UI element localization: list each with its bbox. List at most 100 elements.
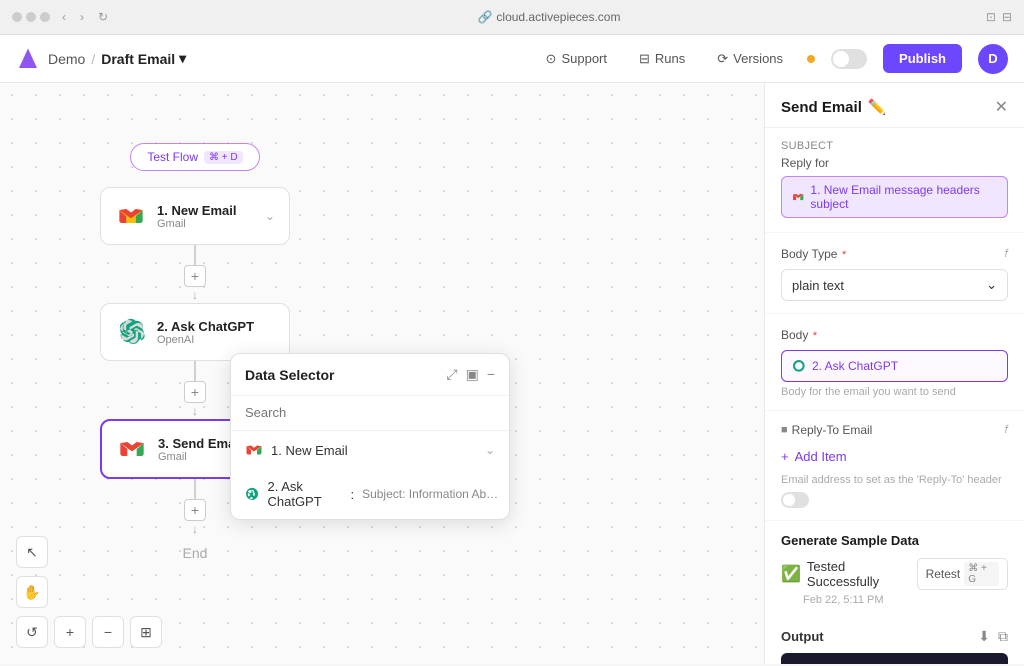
nav-back-icon[interactable]: ‹ xyxy=(58,8,70,26)
body-type-info-icon[interactable]: 𝑓 xyxy=(1005,248,1008,261)
status-dot xyxy=(807,55,815,63)
openai-icon-ds-2 xyxy=(245,485,259,503)
success-date: Feb 22, 5:11 PM xyxy=(803,594,1008,606)
gmail-icon-reply xyxy=(792,190,804,204)
reply-to-toggle-thumb xyxy=(783,494,795,506)
search-input[interactable] xyxy=(245,405,495,420)
url-link-icon: 🔗 xyxy=(477,10,492,24)
close-panel-button[interactable]: ✕ xyxy=(995,97,1008,117)
gmail-icon-1 xyxy=(115,200,147,232)
connector-arrow-3: ↓ xyxy=(192,523,198,535)
browser-dots xyxy=(12,12,50,22)
output-label: Output xyxy=(781,629,824,644)
data-selector-header: Data Selector ⤢ ▣ − xyxy=(231,354,509,396)
nav-refresh-icon[interactable]: ↻ xyxy=(94,8,112,26)
close-data-selector-button[interactable]: − xyxy=(487,366,495,383)
connector-line-1 xyxy=(194,245,196,265)
reply-for-value-tag[interactable]: 1. New Email message headers subject xyxy=(781,176,1008,218)
data-selector-panel: Data Selector ⤢ ▣ − 1. New Email xyxy=(230,353,510,520)
body-label: Body xyxy=(781,328,808,342)
subject-section: Subject Reply for 1. New Email message h… xyxy=(765,128,1024,233)
expand-icon[interactable]: ⤢ xyxy=(446,366,457,383)
body-value-field[interactable]: 2. Ask ChatGPT xyxy=(781,350,1008,382)
toolbar-group: ↺ + − ⊞ xyxy=(16,616,162,648)
browser-action-2[interactable]: ⊟ xyxy=(1002,10,1012,24)
browser-action-1[interactable]: ⊡ xyxy=(986,10,996,24)
support-button[interactable]: ⊙ Support xyxy=(538,47,615,71)
connector-arrow-2: ↓ xyxy=(192,405,198,417)
header-actions: ⊙ Support ⊟ Runs ⟳ Versions Publish D xyxy=(538,44,1008,74)
node-1-subtitle: Gmail xyxy=(157,218,255,230)
edit-icon[interactable]: ✏️ xyxy=(868,98,887,116)
node-2-info: 2. Ask ChatGPT OpenAI xyxy=(157,319,275,346)
versions-icon: ⟳ xyxy=(717,51,728,67)
data-selector-item-2[interactable]: 2. Ask ChatGPT : Subject: Information Ab… xyxy=(231,469,509,519)
breadcrumb-current[interactable]: Draft Email ▾ xyxy=(101,50,186,67)
body-type-section: Body Type * 𝑓 plain text ⌄ xyxy=(765,233,1024,314)
subject-label: Subject xyxy=(781,140,1008,152)
data-selector-item-1[interactable]: 1. New Email ⌄ xyxy=(231,431,509,469)
hand-tool-button[interactable]: ✋ xyxy=(16,576,48,608)
body-type-label-row: Body Type * 𝑓 xyxy=(781,245,1008,263)
nav-forward-icon[interactable]: › xyxy=(76,8,88,26)
reply-to-info-icon[interactable]: 𝑓 xyxy=(1005,424,1008,437)
success-text: Tested Successfully xyxy=(807,559,917,589)
fit-button[interactable]: ⊞ xyxy=(130,616,162,648)
add-item-button[interactable]: + Add Item xyxy=(781,443,1008,470)
item-1-left: 1. New Email xyxy=(245,441,348,459)
breadcrumb-sep: / xyxy=(91,51,95,67)
add-step-2-button[interactable]: + xyxy=(184,381,206,403)
breadcrumb-brand[interactable]: Demo xyxy=(48,51,85,67)
output-code-block: ▾ { 6 items ▾ config : { 9 items url : "… xyxy=(781,653,1008,664)
browser-actions: ⊡ ⊟ xyxy=(986,10,1012,24)
toggle-wrap xyxy=(831,49,867,69)
zoom-in-button[interactable]: + xyxy=(54,616,86,648)
node-2-subtitle: OpenAI xyxy=(157,334,275,346)
refresh-button[interactable]: ↺ xyxy=(16,616,48,648)
avatar[interactable]: D xyxy=(978,44,1008,74)
columns-icon[interactable]: ▣ xyxy=(466,366,479,383)
body-required: * xyxy=(813,330,817,342)
zoom-out-button[interactable]: − xyxy=(92,616,124,648)
publish-button[interactable]: Publish xyxy=(883,44,962,73)
item-2-separator: : xyxy=(350,487,354,502)
download-icon[interactable]: ⬇ xyxy=(978,628,990,645)
url-text: cloud.activepieces.com xyxy=(496,10,620,24)
toggle-switch[interactable] xyxy=(831,49,867,69)
code-line-1: ▾ { 6 items xyxy=(793,663,996,664)
item-2-detail: Subject: Information About Our ... xyxy=(362,487,505,501)
data-selector-title: Data Selector xyxy=(245,367,334,383)
runs-button[interactable]: ⊟ Runs xyxy=(631,47,693,71)
test-flow-shortcut: ⌘ + D xyxy=(204,151,243,164)
add-step-1-button[interactable]: + xyxy=(184,265,206,287)
copy-icon[interactable]: ⧉ xyxy=(998,628,1008,645)
app-header: Demo / Draft Email ▾ ⊙ Support ⊟ Runs ⟳ … xyxy=(0,35,1024,83)
canvas[interactable]: Test Flow ⌘ + D 1. N xyxy=(0,83,764,664)
reply-to-label-row: ■ Reply-To Email 𝑓 xyxy=(781,423,1008,437)
flow-node-1[interactable]: 1. New Email Gmail ⌄ xyxy=(100,187,290,245)
body-label-row: Body * xyxy=(781,326,1008,344)
data-selector-search[interactable] xyxy=(231,396,509,431)
body-type-select[interactable]: plain text ⌄ xyxy=(781,269,1008,301)
browser-dot-3 xyxy=(40,12,50,22)
versions-button[interactable]: ⟳ Versions xyxy=(709,47,791,71)
browser-url-bar[interactable]: 🔗 cloud.activepieces.com xyxy=(120,10,978,24)
reply-to-toggle[interactable] xyxy=(781,492,809,508)
select-tool-button[interactable]: ↖ xyxy=(16,536,48,568)
support-icon: ⊙ xyxy=(546,51,557,67)
item-1-label: 1. New Email xyxy=(271,443,348,458)
runs-icon: ⊟ xyxy=(639,51,650,67)
openai-icon-2 xyxy=(115,316,147,348)
body-type-required: * xyxy=(842,249,846,261)
retest-button[interactable]: Retest ⌘ + G xyxy=(917,558,1008,590)
browser-dot-2 xyxy=(26,12,36,22)
reply-to-label-wrap: ■ Reply-To Email xyxy=(781,423,872,437)
breadcrumb: Demo / Draft Email ▾ xyxy=(48,50,186,67)
toggle-thumb xyxy=(833,51,849,67)
add-step-3-button[interactable]: + xyxy=(184,499,206,521)
browser-nav[interactable]: ‹ › ↻ xyxy=(58,8,112,26)
connector-2: + ↓ xyxy=(184,361,206,419)
reply-to-toggle-row xyxy=(781,492,1008,508)
test-flow-button[interactable]: Test Flow ⌘ + D xyxy=(130,143,259,171)
reply-for-label: Reply for xyxy=(781,156,829,170)
